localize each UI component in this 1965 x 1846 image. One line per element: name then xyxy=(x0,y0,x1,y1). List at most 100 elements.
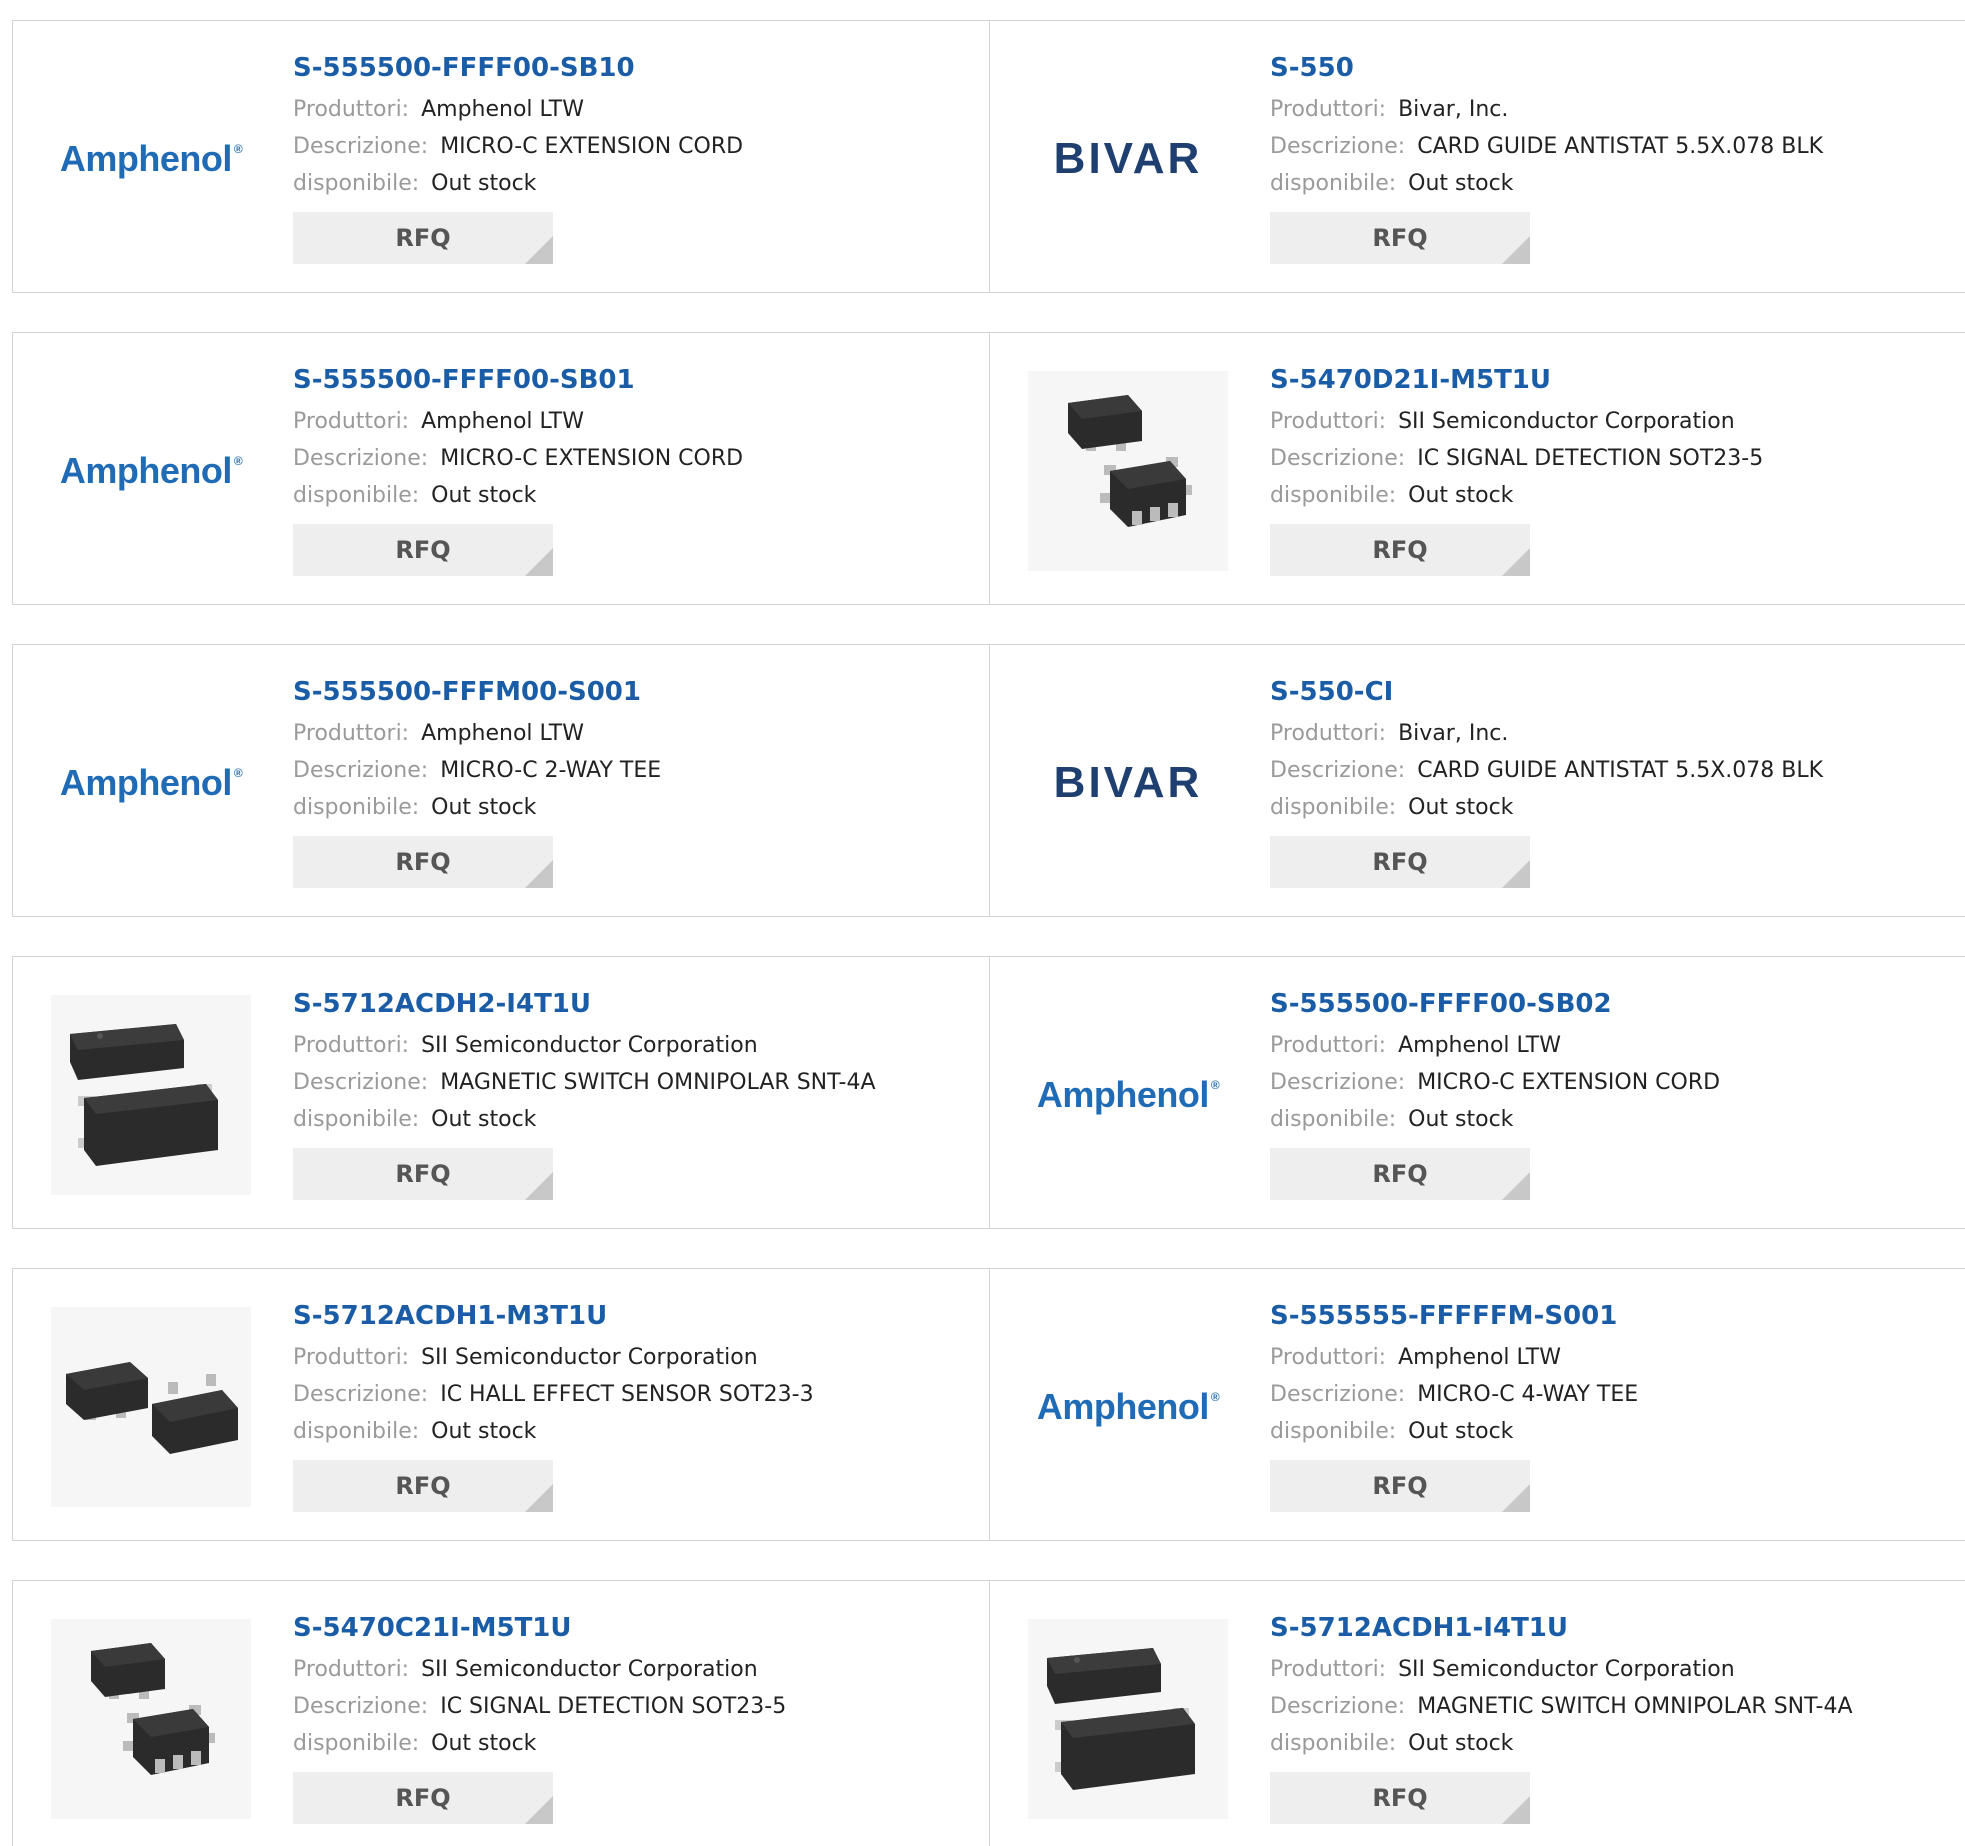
product-row: Amphenol ® S-555500-FFFF00-SB10 Produttor… xyxy=(12,20,1965,293)
bivar-logo: BIVAR xyxy=(1028,59,1228,259)
part-number-link[interactable]: S-555500-FFFM00-S001 xyxy=(293,675,979,709)
description-row: Descrizione: CARD GUIDE ANTISTAT 5.5X.078… xyxy=(1270,752,1955,789)
description-row: Descrizione: IC SIGNAL DETECTION SOT23-5 xyxy=(293,1688,979,1725)
manufacturer-row: Produttori: Amphenol LTW xyxy=(1270,1027,1955,1064)
manufacturer-row: Produttori: Bivar, Inc. xyxy=(1270,715,1955,752)
sot23-5-chip-icon xyxy=(1068,395,1192,527)
corner-triangle-icon xyxy=(525,1796,553,1824)
part-number-link[interactable]: S-555500-FFFF00-SB02 xyxy=(1270,987,1955,1021)
manufacturer-value: SII Semiconductor Corporation xyxy=(1398,1657,1735,1682)
description-value: CARD GUIDE ANTISTAT 5.5X.078 BLK xyxy=(1417,134,1824,159)
corner-triangle-icon xyxy=(1502,1796,1530,1824)
bivar-logo: BIVAR xyxy=(1028,683,1228,883)
rfq-button[interactable]: RFQ xyxy=(293,1772,553,1824)
manufacturer-value: Amphenol LTW xyxy=(1398,1345,1561,1370)
rfq-label: RFQ xyxy=(395,1160,451,1188)
manufacturer-label: Produttori: xyxy=(1270,1033,1387,1058)
description-row: Descrizione: MICRO-C EXTENSION CORD xyxy=(1270,1064,1955,1101)
amphenol-logo-text: Amphenol ® xyxy=(1036,1074,1220,1115)
rfq-button[interactable]: RFQ xyxy=(1270,1460,1530,1512)
amphenol-logo: Amphenol ® xyxy=(51,59,251,259)
description-label: Descrizione: xyxy=(1270,446,1406,471)
description-row: Descrizione: MICRO-C EXTENSION CORD xyxy=(293,128,979,165)
manufacturer-row: Produttori: SII Semiconductor Corporation xyxy=(1270,403,1955,440)
rfq-button[interactable]: RFQ xyxy=(1270,524,1530,576)
availability-row: disponibile: Out stock xyxy=(293,789,979,826)
availability-value: Out stock xyxy=(1408,483,1514,508)
availability-label: disponibile: xyxy=(1270,1107,1397,1132)
amphenol-logo-word: Amphenol xyxy=(59,450,233,491)
part-number-link[interactable]: S-555500-FFFF00-SB01 xyxy=(293,363,979,397)
corner-triangle-icon xyxy=(525,1172,553,1200)
part-number-link[interactable]: S-5712ACDH1-I4T1U xyxy=(1270,1611,1955,1645)
availability-label: disponibile: xyxy=(293,483,420,508)
manufacturer-row: Produttori: Amphenol LTW xyxy=(293,403,979,440)
availability-label: disponibile: xyxy=(293,1419,420,1444)
corner-triangle-icon xyxy=(525,1484,553,1512)
corner-triangle-icon xyxy=(1502,236,1530,264)
rfq-button[interactable]: RFQ xyxy=(293,524,553,576)
rfq-label: RFQ xyxy=(1372,848,1428,876)
rfq-button[interactable]: RFQ xyxy=(1270,212,1530,264)
part-number-link[interactable]: S-5712ACDH1-M3T1U xyxy=(293,1299,979,1333)
product-card: S-5712ACDH1-M3T1U Produttori: SII Semicon… xyxy=(13,1269,989,1540)
amphenol-logo-text: Amphenol ® xyxy=(59,138,243,179)
part-number-link[interactable]: S-550 xyxy=(1270,51,1955,85)
manufacturer-value: SII Semiconductor Corporation xyxy=(421,1345,758,1370)
manufacturer-label: Produttori: xyxy=(1270,409,1387,434)
rfq-button[interactable]: RFQ xyxy=(293,1460,553,1512)
rfq-label: RFQ xyxy=(395,848,451,876)
availability-value: Out stock xyxy=(1408,1419,1514,1444)
product-card: Amphenol ® S-555500-FFFM00-S001 Produttor… xyxy=(13,645,989,916)
availability-row: disponibile: Out stock xyxy=(293,1725,979,1762)
part-number-link[interactable]: S-555500-FFFF00-SB10 xyxy=(293,51,979,85)
amphenol-logo-word: Amphenol xyxy=(59,762,233,803)
availability-value: Out stock xyxy=(1408,1107,1514,1132)
snt-4a-chip-icon xyxy=(70,1024,218,1166)
manufacturer-row: Produttori: SII Semiconductor Corporation xyxy=(293,1651,979,1688)
rfq-button[interactable]: RFQ xyxy=(293,1148,553,1200)
rfq-button[interactable]: RFQ xyxy=(293,836,553,888)
part-number-link[interactable]: S-555555-FFFFFM-S001 xyxy=(1270,1299,1955,1333)
description-row: Descrizione: MICRO-C 4-WAY TEE xyxy=(1270,1376,1955,1413)
availability-row: disponibile: Out stock xyxy=(1270,1101,1955,1138)
manufacturer-value: SII Semiconductor Corporation xyxy=(1398,409,1735,434)
product-card: S-5712ACDH1-I4T1U Produttori: SII Semicon… xyxy=(989,1581,1965,1846)
part-number-link[interactable]: S-5470C21I-M5T1U xyxy=(293,1611,979,1645)
corner-triangle-icon xyxy=(525,236,553,264)
availability-label: disponibile: xyxy=(1270,1419,1397,1444)
description-label: Descrizione: xyxy=(293,1382,429,1407)
manufacturer-label: Produttori: xyxy=(293,409,410,434)
rfq-button[interactable]: RFQ xyxy=(1270,1772,1530,1824)
availability-value: Out stock xyxy=(1408,1731,1514,1756)
rfq-label: RFQ xyxy=(395,224,451,252)
part-number-link[interactable]: S-5470D21I-M5T1U xyxy=(1270,363,1955,397)
availability-row: disponibile: Out stock xyxy=(293,165,979,202)
rfq-button[interactable]: RFQ xyxy=(1270,1148,1530,1200)
manufacturer-label: Produttori: xyxy=(293,1657,410,1682)
product-card: BIVAR S-550-CI Produttori: Bivar, Inc. De… xyxy=(989,645,1965,916)
rfq-button[interactable]: RFQ xyxy=(293,212,553,264)
description-label: Descrizione: xyxy=(1270,1382,1406,1407)
amphenol-logo: Amphenol ® xyxy=(51,683,251,883)
manufacturer-row: Produttori: SII Semiconductor Corporation xyxy=(293,1339,979,1376)
manufacturer-value: SII Semiconductor Corporation xyxy=(421,1033,758,1058)
part-number-link[interactable]: S-550-CI xyxy=(1270,675,1955,709)
bivar-logo-text: BIVAR xyxy=(1053,758,1203,807)
description-label: Descrizione: xyxy=(293,1070,429,1095)
availability-value: Out stock xyxy=(431,171,537,196)
availability-label: disponibile: xyxy=(1270,795,1397,820)
bivar-logo-text: BIVAR xyxy=(1053,134,1203,183)
manufacturer-row: Produttori: Bivar, Inc. xyxy=(1270,91,1955,128)
manufacturer-label: Produttori: xyxy=(293,97,410,122)
product-card: Amphenol ® S-555555-FFFFFM-S001 Produttor… xyxy=(989,1269,1965,1540)
product-card: Amphenol ® S-555500-FFFF00-SB10 Produttor… xyxy=(13,21,989,292)
availability-row: disponibile: Out stock xyxy=(1270,789,1955,826)
amphenol-logo-text: Amphenol ® xyxy=(1036,1386,1220,1427)
rfq-label: RFQ xyxy=(395,1472,451,1500)
amphenol-logo-word: Amphenol xyxy=(59,138,233,179)
rfq-button[interactable]: RFQ xyxy=(1270,836,1530,888)
availability-value: Out stock xyxy=(1408,795,1514,820)
snt-4a-chip-image xyxy=(51,995,251,1195)
part-number-link[interactable]: S-5712ACDH2-I4T1U xyxy=(293,987,979,1021)
